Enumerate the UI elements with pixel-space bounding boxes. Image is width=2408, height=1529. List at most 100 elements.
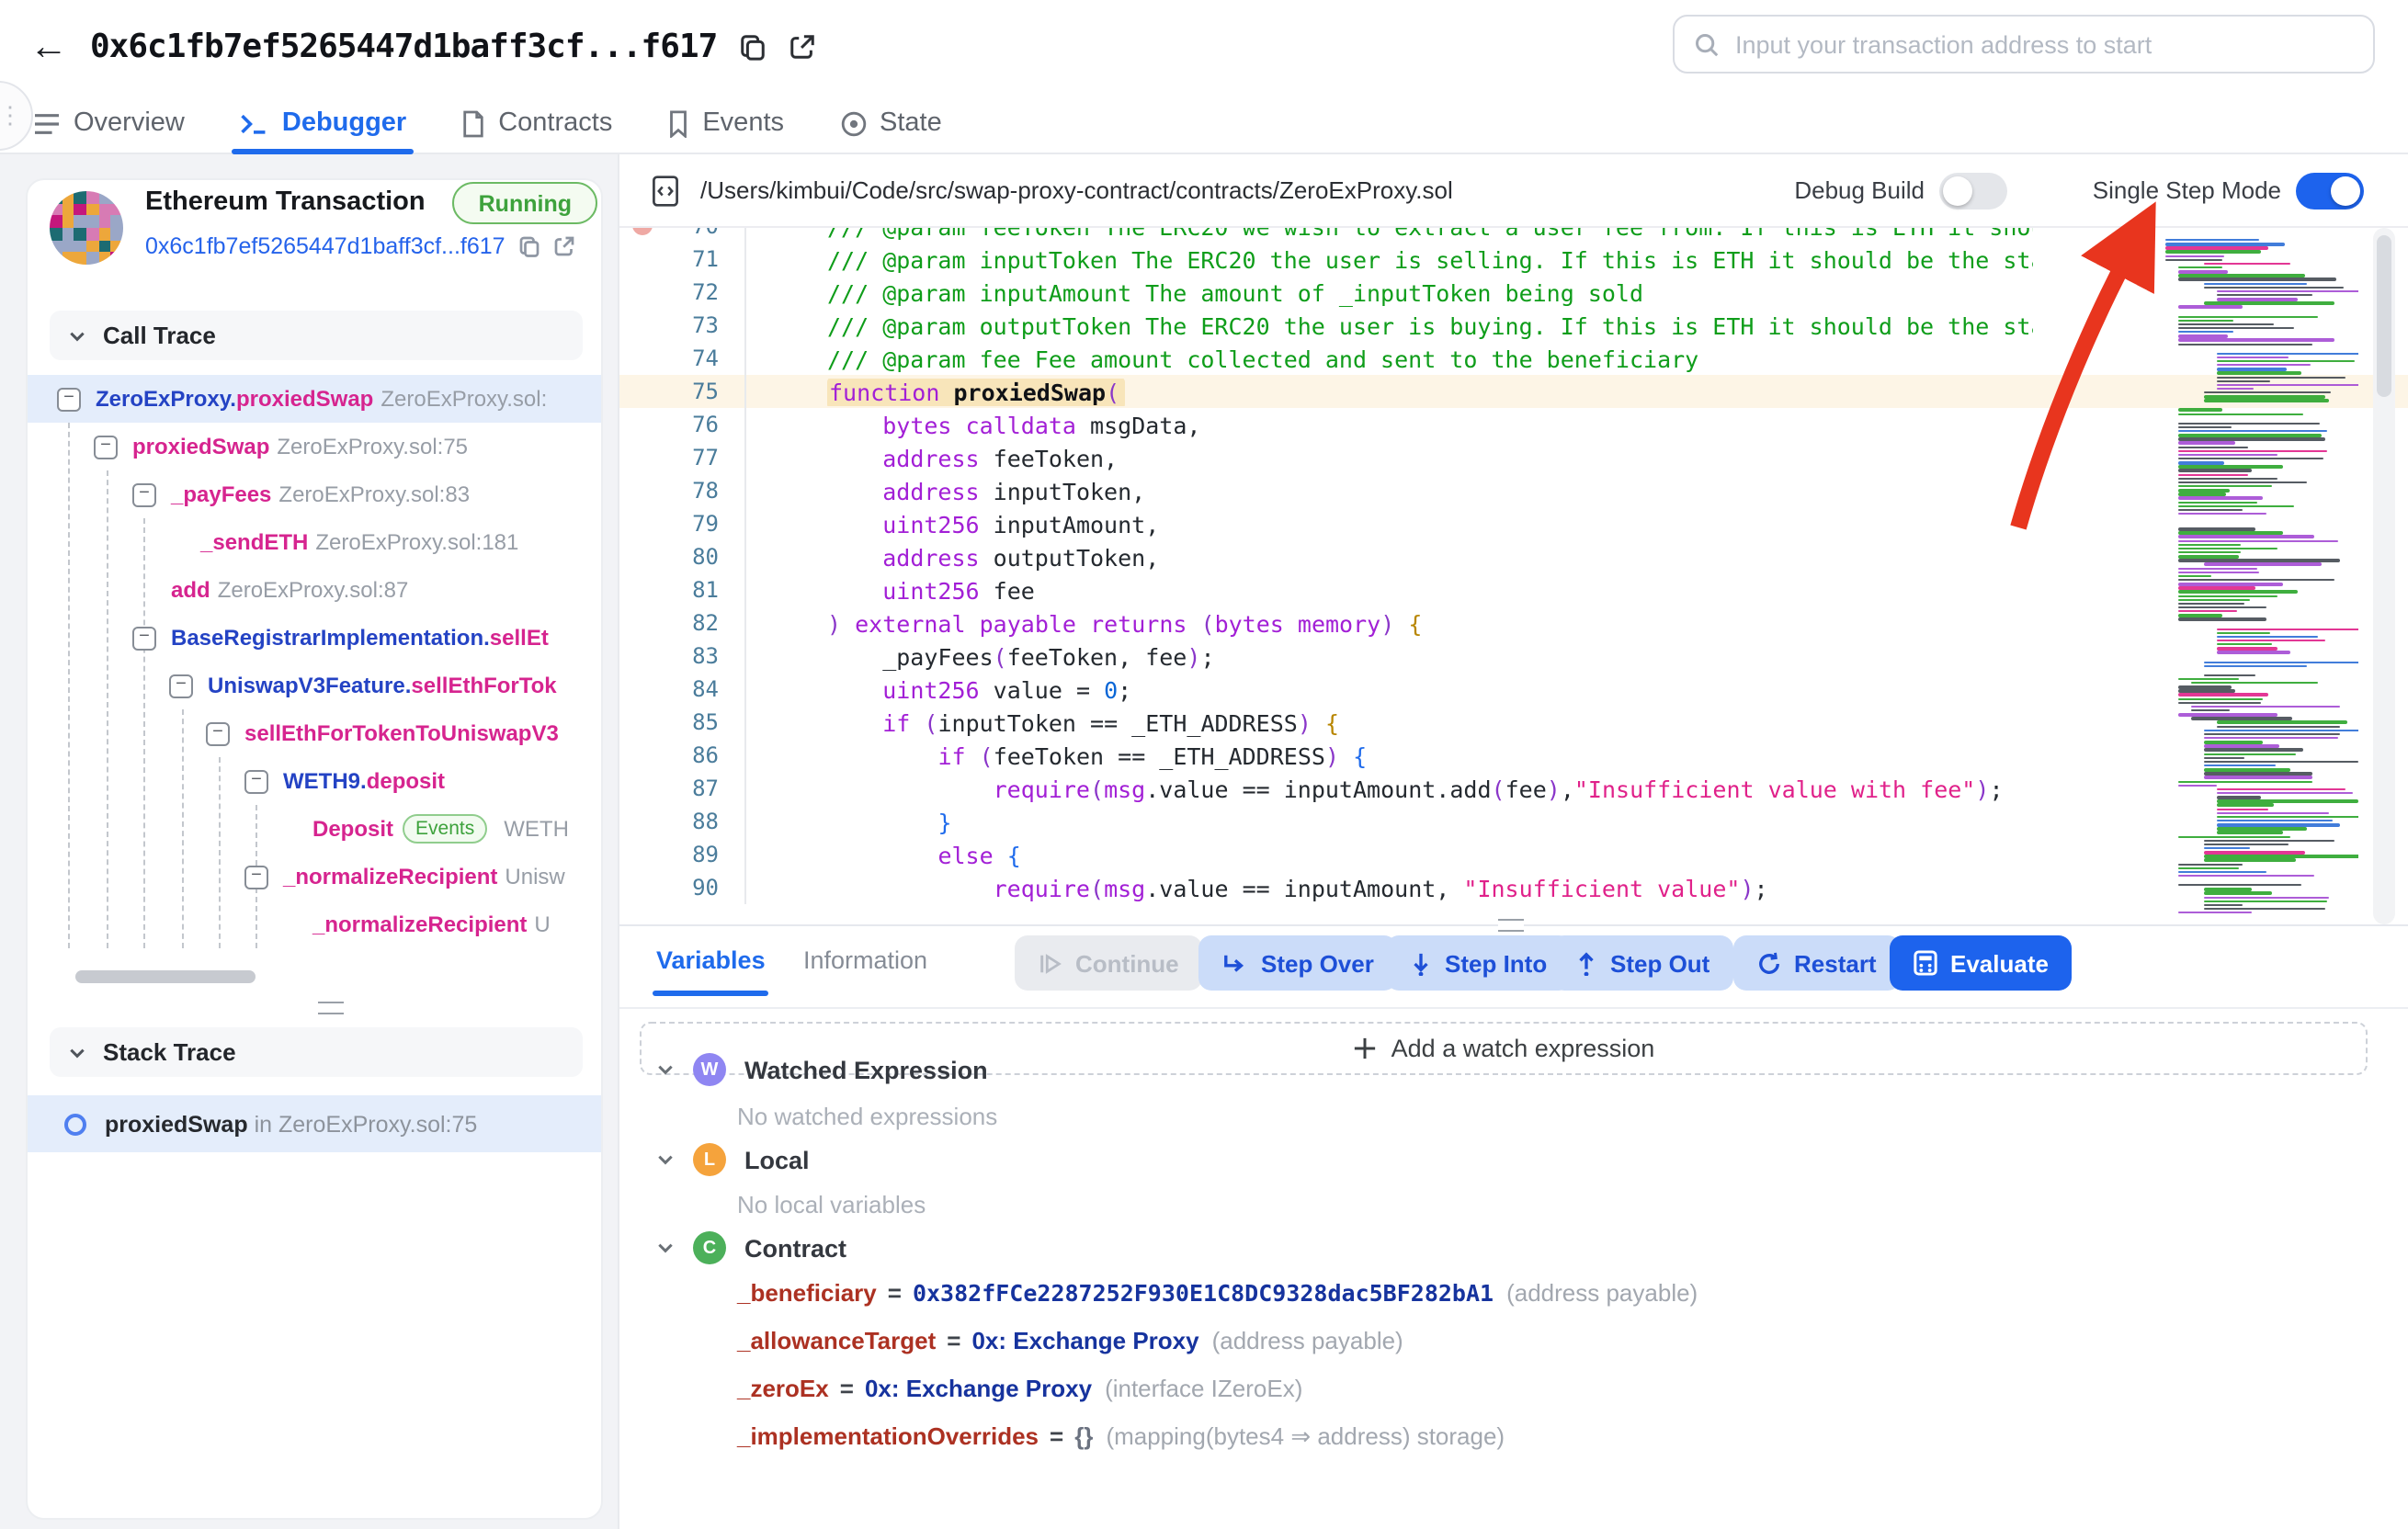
- line-number[interactable]: 90: [619, 871, 746, 904]
- line-number[interactable]: 79: [619, 507, 746, 540]
- trace-label: sellEt: [490, 625, 549, 651]
- section-watched-expression[interactable]: WWatched Expression: [656, 1053, 988, 1086]
- section-contract[interactable]: C Contract: [656, 1231, 846, 1264]
- line-number[interactable]: 75: [619, 375, 746, 408]
- line-number[interactable]: 71: [619, 243, 746, 276]
- call-trace-row[interactable]: −proxiedSwapZeroExProxy.sol:75: [28, 423, 603, 470]
- collapse-icon[interactable]: −: [132, 626, 156, 650]
- tab-information[interactable]: Information: [803, 946, 927, 974]
- tab-events[interactable]: Events: [667, 92, 784, 154]
- collapse-icon[interactable]: −: [94, 435, 118, 459]
- line-number[interactable]: 73: [619, 309, 746, 342]
- variable-value: 0x: Exchange Proxy: [971, 1327, 1198, 1354]
- call-trace-row[interactable]: −WETH9.deposit: [28, 757, 603, 805]
- code-line: 83 _payFees(feeToken, fee);: [619, 640, 2408, 673]
- call-trace-row[interactable]: _sendETHZeroExProxy.sol:181: [28, 518, 603, 566]
- collapse-icon[interactable]: −: [206, 721, 230, 745]
- collapse-icon[interactable]: −: [57, 387, 81, 411]
- single-step-mode-toggle[interactable]: [2296, 172, 2364, 209]
- code-minimap[interactable]: [2160, 239, 2358, 915]
- code-line: 72/// @param inputAmount The amount of _…: [619, 276, 2408, 309]
- stack-frame-row[interactable]: proxiedSwap in ZeroExProxy.sol:75: [28, 1095, 603, 1152]
- single-step-mode-label: Single Step Mode: [2093, 176, 2281, 204]
- collapse-icon[interactable]: −: [169, 674, 193, 697]
- section-badge: C: [693, 1231, 726, 1264]
- debug-build-toggle[interactable]: [1939, 172, 2007, 209]
- tab-variables[interactable]: Variables: [656, 946, 766, 974]
- step-out-icon: [1575, 951, 1597, 975]
- line-number[interactable]: 70: [619, 228, 746, 243]
- debug-build-label: Debug Build: [1794, 176, 1925, 204]
- code-line: 71/// @param inputToken The ERC20 the us…: [619, 243, 2408, 276]
- line-number[interactable]: 88: [619, 805, 746, 838]
- call-trace-row[interactable]: DepositEventsWETH: [28, 805, 603, 853]
- copy-icon[interactable]: [518, 235, 540, 257]
- stack-trace-header[interactable]: Stack Trace: [50, 1027, 583, 1077]
- variable-name: _implementationOverrides: [737, 1422, 1039, 1450]
- line-number[interactable]: 72: [619, 276, 746, 309]
- variable-type: (address payable): [1506, 1279, 1698, 1307]
- back-icon[interactable]: ←: [29, 27, 68, 65]
- line-number[interactable]: 74: [619, 342, 746, 375]
- variable-row: _allowanceTarget=0x: Exchange Proxy(addr…: [737, 1327, 1403, 1354]
- collapse-icon[interactable]: −: [244, 769, 268, 793]
- collapse-icon[interactable]: −: [132, 482, 156, 506]
- trace-label: WETH: [504, 816, 569, 842]
- code-line: 85 if (inputToken == _ETH_ADDRESS) {: [619, 706, 2408, 739]
- call-trace-row[interactable]: −BaseRegistrarImplementation.sellEt: [28, 614, 603, 662]
- call-trace-row[interactable]: −_normalizeRecipientUnisw: [28, 853, 603, 900]
- call-trace-row[interactable]: addZeroExProxy.sol:87: [28, 566, 603, 614]
- tab-debugger[interactable]: Debugger: [240, 92, 406, 154]
- copy-icon[interactable]: [739, 32, 767, 60]
- line-number[interactable]: 82: [619, 606, 746, 640]
- title-row: ← 0x6c1fb7ef5265447d1baff3cf...f617 Inpu…: [0, 0, 2408, 92]
- transaction-hash-link[interactable]: 0x6c1fb7ef5265447d1baff3cf...f617: [145, 233, 505, 259]
- call-trace-row[interactable]: −_payFeesZeroExProxy.sol:83: [28, 470, 603, 518]
- restart-button[interactable]: Restart: [1733, 935, 1901, 991]
- tab-overview[interactable]: Overview: [33, 92, 185, 154]
- line-number[interactable]: 83: [619, 640, 746, 673]
- external-link-icon[interactable]: [553, 235, 575, 257]
- variable-row: _beneficiary=0x382fFCe2287252F930E1C8DC9…: [737, 1279, 1698, 1307]
- horizontal-scrollbar[interactable]: [75, 970, 256, 983]
- code-editor: 70/// @param feeToken The ERC20 we wish …: [619, 228, 2408, 924]
- trace-label: U: [534, 912, 550, 937]
- call-trace-row[interactable]: −sellEthForTokenToUniswapV3: [28, 709, 603, 757]
- line-number[interactable]: 78: [619, 474, 746, 507]
- resize-handle[interactable]: [318, 1002, 344, 1014]
- resize-handle[interactable]: [1498, 919, 1524, 932]
- line-number[interactable]: 85: [619, 706, 746, 739]
- line-number[interactable]: 89: [619, 838, 746, 871]
- search-input[interactable]: Input your transaction address to start: [1673, 15, 2375, 74]
- variable-value: {}: [1074, 1422, 1093, 1450]
- frame-location: in ZeroExProxy.sol:75: [255, 1111, 478, 1137]
- continue-button[interactable]: Continue: [1015, 935, 1203, 991]
- external-link-icon[interactable]: [789, 32, 816, 60]
- line-number[interactable]: 86: [619, 739, 746, 772]
- step-over-button[interactable]: Step Over: [1198, 935, 1398, 991]
- call-trace-row[interactable]: _normalizeRecipientU: [28, 900, 603, 948]
- line-number[interactable]: 77: [619, 441, 746, 474]
- line-number[interactable]: 80: [619, 540, 746, 573]
- main-tabs: Overview Debugger Contracts Events State: [0, 92, 942, 154]
- call-trace-row[interactable]: −ZeroExProxy.proxiedSwapZeroExProxy.sol:: [28, 375, 603, 423]
- breakpoint-icon[interactable]: [632, 228, 653, 235]
- evaluate-button[interactable]: Evaluate: [1890, 935, 2073, 991]
- call-trace-row[interactable]: −UniswapV3Feature.sellEthForTok: [28, 662, 603, 709]
- line-number[interactable]: 76: [619, 408, 746, 441]
- section-local[interactable]: LLocal: [656, 1143, 810, 1176]
- tab-contracts[interactable]: Contracts: [461, 92, 612, 154]
- vertical-scrollbar[interactable]: [2373, 228, 2395, 924]
- step-into-button[interactable]: Step Into: [1386, 935, 1571, 991]
- line-number[interactable]: 84: [619, 673, 746, 706]
- section-label: Contract: [744, 1234, 846, 1262]
- tab-state[interactable]: State: [839, 92, 942, 154]
- variable-value: 0x: Exchange Proxy: [865, 1375, 1092, 1402]
- code-line: 73/// @param outputToken The ERC20 the u…: [619, 309, 2408, 342]
- line-number[interactable]: 87: [619, 772, 746, 805]
- step-out-button[interactable]: Step Out: [1551, 935, 1733, 991]
- line-number[interactable]: 81: [619, 573, 746, 606]
- call-trace-header[interactable]: Call Trace: [50, 311, 583, 360]
- empty-state-text: No local variables: [737, 1191, 926, 1218]
- collapse-icon[interactable]: −: [244, 865, 268, 889]
